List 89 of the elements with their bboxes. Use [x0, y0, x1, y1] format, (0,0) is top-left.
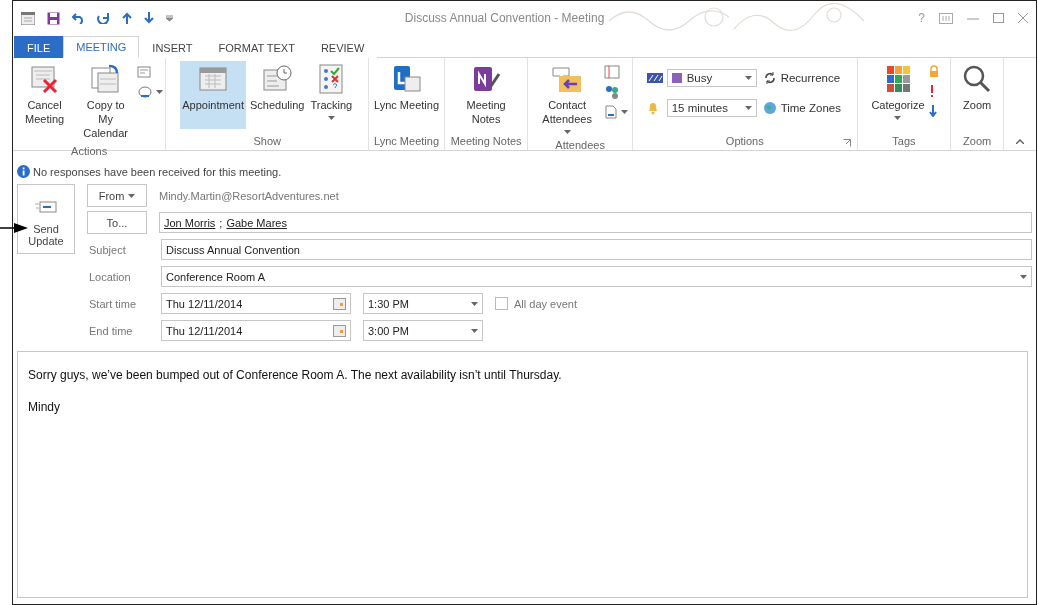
ribbon-button[interactable]: Contact Attendees	[532, 61, 603, 138]
caret-icon	[621, 110, 629, 114]
ribbon-display-icon[interactable]	[939, 12, 953, 24]
maximize-icon[interactable]	[993, 13, 1004, 23]
all-day-label: All day event	[514, 297, 577, 310]
collapse-icon[interactable]	[1016, 139, 1024, 144]
ribbon-button[interactable]: Scheduling	[247, 61, 307, 129]
undo-icon[interactable]	[72, 12, 85, 24]
group-label: Attendees	[555, 138, 605, 153]
window-title: Discuss Annual Convention - Meeting	[404, 11, 605, 25]
recipient-link[interactable]: Gabe Mares	[226, 216, 287, 229]
ribbon-button[interactable]: Categorize	[869, 61, 927, 129]
location-label: Location	[88, 270, 132, 283]
calendar-icon[interactable]	[333, 324, 346, 337]
close-icon[interactable]	[1018, 13, 1028, 23]
bell-icon	[646, 101, 659, 115]
file-tab[interactable]: FILE	[14, 36, 64, 58]
people-icon[interactable]	[604, 85, 621, 99]
lync-calendar-icon	[391, 64, 422, 94]
group-label: Tags	[892, 134, 916, 149]
envelope-icon	[35, 201, 57, 213]
end-date-field[interactable]: Thu 12/11/2014	[161, 320, 351, 341]
down-arrow-icon[interactable]	[144, 12, 154, 24]
group-label: Actions	[71, 144, 108, 159]
group-label: Meeting Notes	[450, 134, 522, 149]
customize-icon[interactable]	[166, 14, 173, 22]
ribbon-button[interactable]: Zoom	[960, 61, 995, 129]
start-time-label: Start time	[88, 297, 138, 310]
body-paragraph: Sorry guys, we’ve been bumped out of Conference Room A. The next availability isn’t until Thursday.	[28, 368, 563, 382]
ribbon-button[interactable]: Cancel Meeting	[15, 61, 75, 130]
group-label: Show	[253, 134, 281, 149]
group-label: Lync Meeting	[374, 134, 439, 149]
end-time-label: End time	[88, 324, 134, 337]
start-time-field[interactable]: 1:30 PM	[363, 293, 483, 314]
start-date-field[interactable]: Thu 12/11/2014	[161, 293, 351, 314]
info-icon	[17, 165, 30, 178]
recurrence-button[interactable]: Recurrence	[760, 67, 843, 89]
globe-icon	[762, 101, 777, 115]
document-icon[interactable]	[604, 105, 619, 119]
to-field[interactable]: Jon Morris ; Gabe Mares	[159, 212, 1032, 233]
calendar-icon	[198, 64, 229, 94]
group-label: Zoom	[963, 134, 992, 149]
show-as-dropdown[interactable]: Busy	[666, 69, 757, 87]
caret-icon	[744, 106, 752, 110]
cycle-arrows-icon	[762, 71, 777, 85]
reminder-dropdown[interactable]: 15 minutes	[666, 99, 757, 117]
location-field[interactable]: Conference Room A	[161, 266, 1032, 287]
caret-icon	[471, 328, 478, 333]
calendar-clock-icon	[262, 64, 293, 94]
ribbon-button[interactable]: Meeting Notes	[451, 61, 522, 130]
app-icon[interactable]	[21, 11, 35, 25]
caret-icon	[128, 193, 136, 198]
all-day-checkbox[interactable]	[495, 297, 508, 310]
ribbon-button[interactable]: Tracking	[308, 61, 355, 129]
sender-address: Mindy.Martin@ResortAdventures.net	[159, 189, 339, 202]
subject-field[interactable]: Discuss Annual Convention	[161, 239, 1032, 260]
envelope-arrow-icon	[551, 64, 584, 94]
time-zones-button[interactable]: Time Zones	[760, 97, 843, 119]
caret-icon	[471, 301, 478, 306]
caret-icon	[156, 90, 164, 94]
caret-icon	[1020, 274, 1027, 279]
redo-icon[interactable]	[97, 12, 110, 24]
body-paragraph: Mindy	[28, 400, 61, 414]
ribbon-button[interactable]: Copy to My Calendar	[76, 61, 136, 144]
save-icon[interactable]	[47, 11, 60, 25]
end-time-field[interactable]: 3:00 PM	[363, 320, 483, 341]
zoom-icon	[962, 64, 993, 94]
group-label: Options	[725, 134, 764, 149]
from-button[interactable]: From	[87, 184, 147, 207]
exclamation-icon[interactable]	[928, 85, 935, 97]
down-arrow-icon[interactable]	[928, 105, 937, 117]
subject-label: Subject	[88, 243, 127, 256]
info-message: No responses have been received for this meeting.	[33, 165, 282, 178]
dialog-launcher-icon[interactable]	[842, 139, 851, 147]
ribbon-button[interactable]: Lync Meeting	[372, 61, 441, 129]
separator: ;	[219, 216, 223, 229]
ribbon-tab[interactable]: MEETING	[63, 36, 140, 58]
to-button[interactable]: To...	[87, 211, 147, 234]
calendar-cancel-icon	[29, 64, 60, 94]
caret-icon	[744, 76, 752, 80]
calendar-icon[interactable]	[333, 297, 346, 310]
up-arrow-icon[interactable]	[122, 12, 132, 24]
recipient-link[interactable]: Jon Morris	[164, 216, 216, 229]
message-body[interactable]: Sorry guys, we’ve been bumped out of Conference Room A. The next availability isn’t until Thursday. Mindy	[17, 351, 1028, 598]
notebook-icon	[471, 64, 502, 94]
calendar-copy-icon	[90, 64, 121, 94]
send-update-button[interactable]: Send Update	[17, 184, 75, 254]
status-icon	[646, 72, 663, 84]
ribbon-button[interactable]: Appointment	[180, 61, 246, 129]
